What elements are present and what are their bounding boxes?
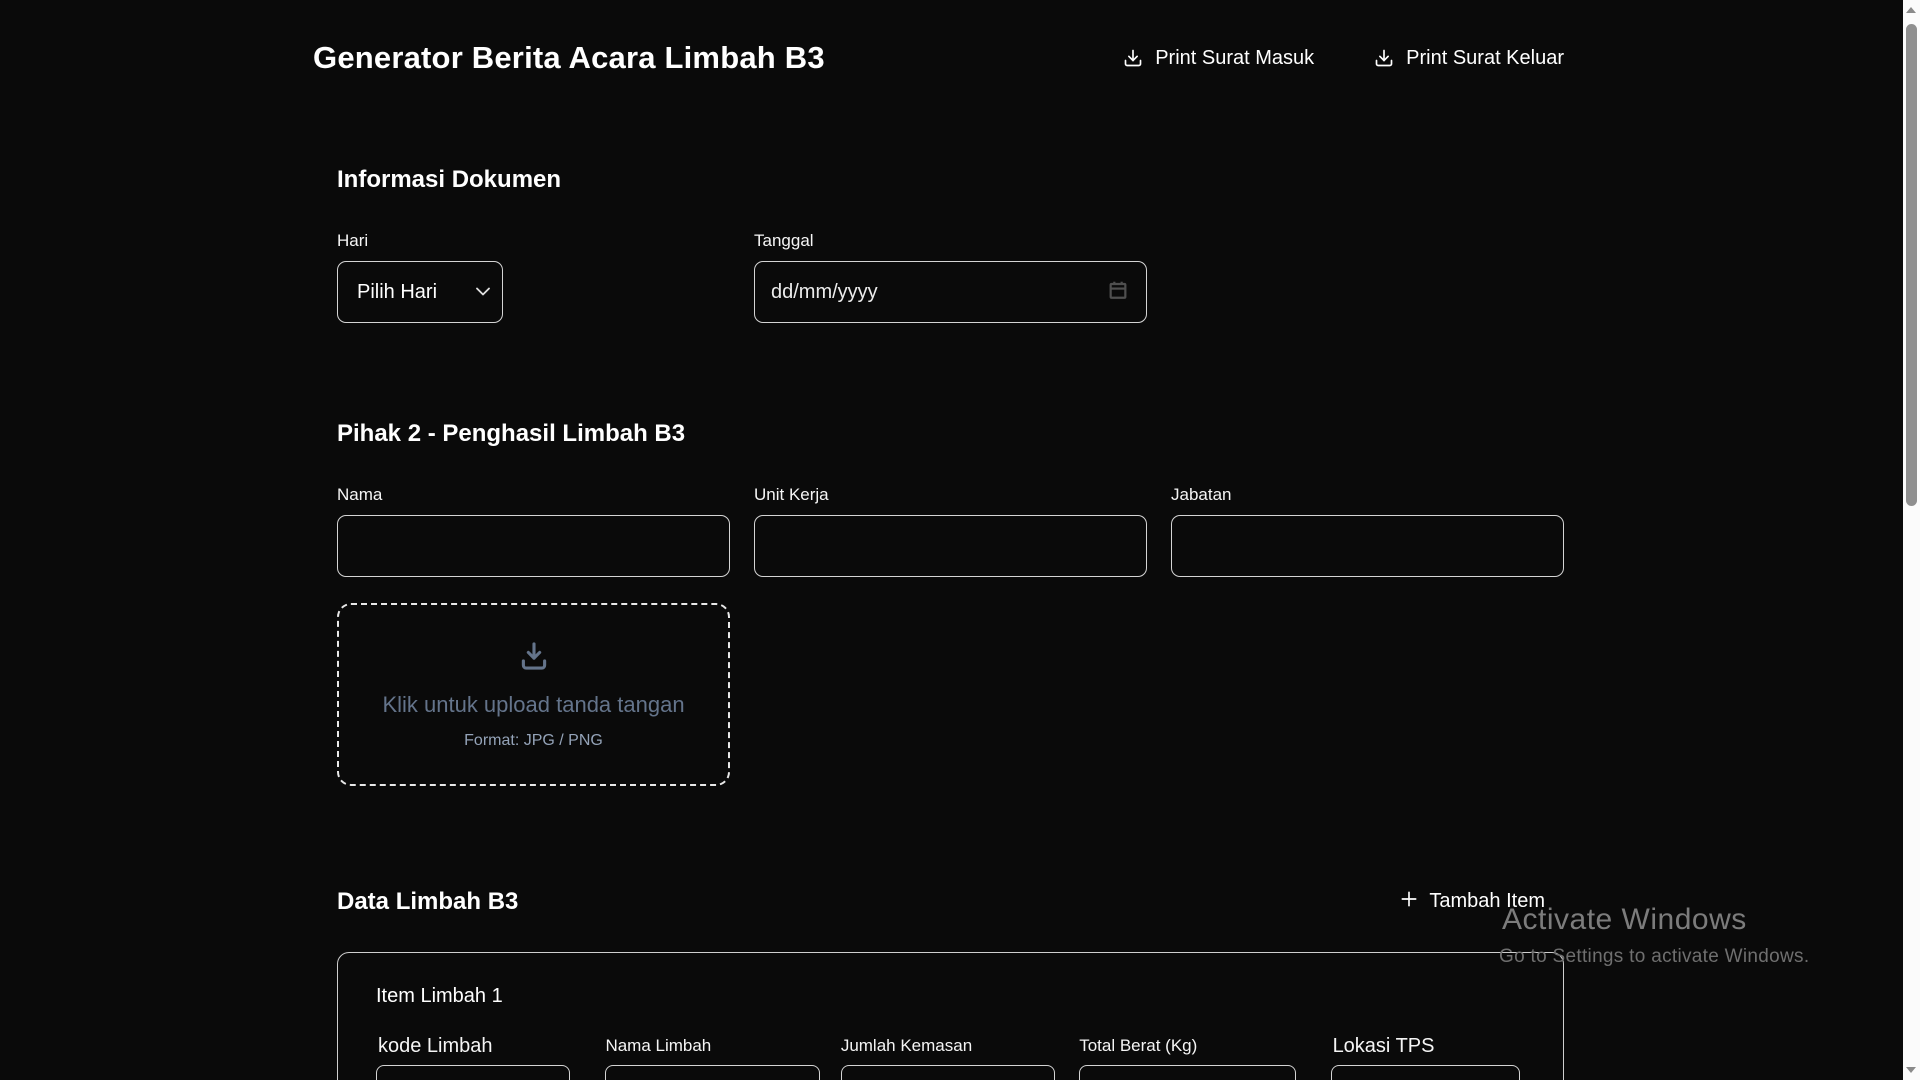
lokasi-tps-input[interactable] (1331, 1065, 1520, 1080)
informasi-fields-row: Hari Pilih Hari Tanggal (337, 230, 1564, 323)
total-berat-input[interactable] (1079, 1065, 1295, 1080)
section-heading-informasi: Informasi Dokumen (337, 163, 1564, 196)
upload-format-hint: Format: JPG / PNG (464, 732, 603, 750)
vertical-scrollbar[interactable] (1903, 0, 1920, 1080)
section-informasi-dokumen: Informasi Dokumen Hari Pilih Hari Tangga… (313, 163, 1564, 323)
tanggal-field: Tanggal (754, 230, 1147, 323)
jumlah-kemasan-input[interactable] (841, 1065, 1055, 1080)
pihak2-fields-row: Nama Unit Kerja Jabatan (337, 484, 1564, 577)
section-data-limbah: Data Limbah B3 Tambah Item Item Limbah 1… (313, 885, 1564, 1080)
page-title: Generator Berita Acara Limbah B3 (313, 40, 825, 76)
kode-limbah-label: kode Limbah (376, 1031, 570, 1057)
print-surat-masuk-label: Print Surat Masuk (1155, 47, 1314, 70)
lokasi-tps-label: Lokasi TPS (1331, 1031, 1520, 1057)
tambah-item-button[interactable]: Tambah Item (1399, 889, 1545, 915)
scrollbar-up-arrow-icon[interactable] (1906, 7, 1916, 13)
download-icon (1123, 48, 1143, 68)
item-title: Item Limbah 1 (376, 983, 1520, 1009)
jumlah-kemasan-field: Jumlah Kemasan (841, 1031, 1055, 1080)
hari-select[interactable]: Pilih Hari (337, 261, 503, 323)
total-berat-field: Total Berat (Kg) (1079, 1031, 1295, 1080)
jabatan-label: Jabatan (1171, 484, 1564, 506)
upload-instruction: Klik untuk upload tanda tangan (382, 692, 684, 718)
nama-limbah-label: Nama Limbah (605, 1031, 819, 1057)
hari-label: Hari (337, 230, 730, 252)
upload-icon (516, 639, 552, 678)
unit-kerja-input[interactable] (754, 515, 1147, 577)
tanggal-label: Tanggal (754, 230, 1147, 252)
jumlah-kemasan-label: Jumlah Kemasan (841, 1031, 1055, 1057)
unit-kerja-field: Unit Kerja (754, 484, 1147, 577)
download-icon (1374, 48, 1394, 68)
section-heading-pihak2: Pihak 2 - Penghasil Limbah B3 (337, 417, 1564, 450)
print-surat-keluar-label: Print Surat Keluar (1406, 47, 1564, 70)
item-fields-row: kode Limbah Nama Limbah Jumlah Kemasan T… (376, 1031, 1520, 1080)
section-pihak2: Pihak 2 - Penghasil Limbah B3 Nama Unit … (313, 417, 1564, 786)
hari-field: Hari Pilih Hari (337, 230, 730, 323)
print-surat-keluar-button[interactable]: Print Surat Keluar (1374, 47, 1564, 70)
jabatan-field: Jabatan (1171, 484, 1564, 577)
scrollbar-down-arrow-icon[interactable] (1906, 1067, 1916, 1073)
tanggal-input[interactable] (754, 261, 1147, 323)
tambah-item-label: Tambah Item (1429, 890, 1545, 913)
unit-kerja-label: Unit Kerja (754, 484, 1147, 506)
nama-input[interactable] (337, 515, 730, 577)
nama-field: Nama (337, 484, 730, 577)
kode-limbah-field: kode Limbah (376, 1031, 570, 1080)
nama-limbah-field: Nama Limbah (605, 1031, 819, 1080)
signature-upload-dropzone[interactable]: Klik untuk upload tanda tangan Format: J… (337, 603, 730, 786)
nama-label: Nama (337, 484, 730, 506)
plus-icon (1399, 889, 1419, 915)
kode-limbah-input[interactable] (376, 1065, 570, 1080)
main-content: Generator Berita Acara Limbah B3 Print S… (313, 0, 1564, 1080)
print-surat-masuk-button[interactable]: Print Surat Masuk (1123, 47, 1314, 70)
jabatan-input[interactable] (1171, 515, 1564, 577)
scrollbar-thumb[interactable] (1906, 24, 1917, 506)
nama-limbah-input[interactable] (605, 1065, 819, 1080)
lokasi-tps-field: Lokasi TPS (1331, 1031, 1520, 1080)
total-berat-label: Total Berat (Kg) (1079, 1031, 1295, 1057)
section-heading-data-limbah: Data Limbah B3 (337, 885, 518, 918)
limbah-item-card: Item Limbah 1 kode Limbah Nama Limbah Ju… (337, 952, 1564, 1080)
header-actions: Print Surat Masuk Print Surat Keluar (1123, 47, 1564, 70)
app-header: Generator Berita Acara Limbah B3 Print S… (313, 0, 1564, 76)
